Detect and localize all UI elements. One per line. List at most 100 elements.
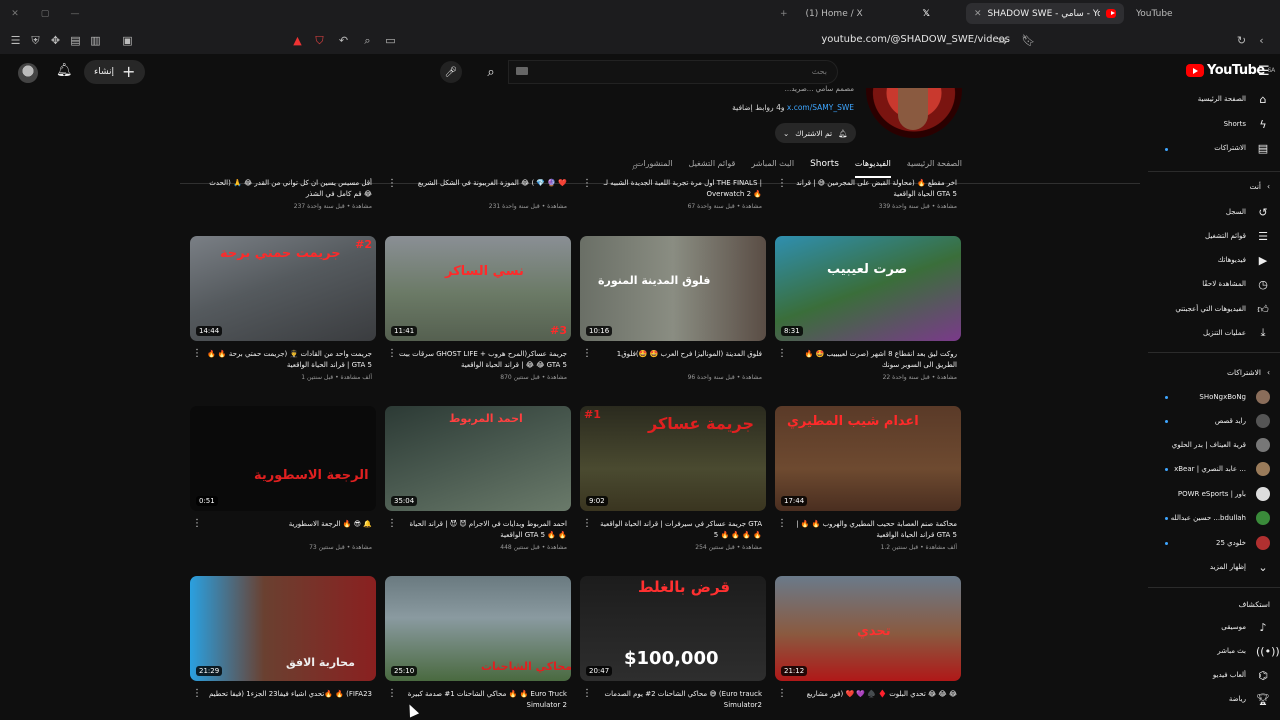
video-thumbnail[interactable]: فلوق المدينة المنورة 10:16 (580, 236, 766, 341)
more-options-icon[interactable]: ⋮ (777, 348, 787, 359)
subscribed-button[interactable]: ⌄ تم الاشتراك 🔔︎ (775, 123, 856, 143)
guide-item-live[interactable]: بث مباشر ((•)) (1217, 640, 1280, 662)
video-title[interactable]: محاكي الشاحنات 2# يوم الصدمات 😅 (Euro tr… (594, 689, 762, 711)
more-options-icon[interactable]: ⋮ (387, 348, 397, 359)
video-card[interactable]: احمد المربوط 35:04 ⋮ احمد المربوط وبدايا… (385, 406, 571, 551)
browser-tab-youtube-active[interactable]: ✕ SHADOW SWE - سامي - YouTube (966, 3, 1124, 24)
guide-subs-header[interactable]: الاشتراكات ‹ (1227, 368, 1270, 377)
voice-search-mic-icon[interactable]: 🎤︎ (440, 61, 462, 83)
video-title[interactable]: فلوق المدينة (الموناليزا فرح العرب 🤩 🤩)ف… (594, 349, 762, 360)
back-icon[interactable]: ‹ (1254, 33, 1269, 48)
brave-shield-icon[interactable]: ⛉ (312, 33, 327, 48)
new-tab-icon[interactable]: + (780, 9, 788, 19)
tab-live[interactable]: البث المباشر (751, 159, 794, 178)
video-card[interactable]: فلوق المدينة المنورة 10:16 ⋮ فلوق المدين… (580, 236, 766, 381)
video-card[interactable]: جريمت حمتي برحة #2 14:44 ⋮ جريمت واحد من… (190, 236, 376, 381)
guide-item-your-videos[interactable]: فيديوهاتك ▶ (1218, 249, 1280, 271)
video-thumbnail[interactable]: اعدام شيب المطيري 17:44 (775, 406, 961, 511)
video-thumbnail[interactable]: محاكي الشاحنات 25:10 (385, 576, 571, 681)
more-links[interactable]: و4 روابط إضافية (732, 103, 784, 112)
video-title[interactable]: محاكمة صنم العصابة ححيب المطيري والهروب … (789, 519, 957, 541)
screenshot-icon[interactable]: ▣ (120, 33, 135, 48)
video-title[interactable]: الرجعة الاسطورية 🔥 😎 🔔 (204, 519, 372, 530)
translate-icon[interactable]: ⇆ (995, 33, 1010, 48)
menu-icon[interactable]: ☰ (8, 33, 23, 48)
video-thumbnail[interactable]: الرجعة الاسطورية 0:51 (190, 406, 376, 511)
channel-search-icon[interactable]: ⌕ (632, 160, 638, 174)
video-thumbnail[interactable]: جريمة عساكر #1 9:02 (580, 406, 766, 511)
video-title[interactable]: الموزة الغريبونة في الشكل الشريع 😂 ( 💎 🔮… (399, 178, 567, 189)
video-title[interactable]: سرقات بيت GHOST LIFE + جريمة عساكر(المرح… (399, 349, 567, 371)
guide-item-sports[interactable]: رياضة 🏆︎ (1229, 688, 1280, 710)
more-options-icon[interactable]: ⋮ (777, 688, 787, 699)
more-options-icon[interactable]: ⋮ (777, 178, 787, 189)
guide-sub-channel[interactable]: رايد قصص (1215, 410, 1280, 432)
video-card[interactable]: تحدي 21:12 ⋮ تحدي البلوت ♦️ ♠️ 💜 ❤️ (فور… (775, 576, 961, 699)
guide-item-liked[interactable]: الفيديوهات التي أعجبتني 👍︎ (1175, 298, 1280, 320)
search-button[interactable]: ⌕ (474, 60, 508, 84)
notifications-bell-icon[interactable]: 🔔︎ (56, 63, 73, 78)
more-options-icon[interactable]: ⋮ (192, 518, 202, 529)
user-avatar[interactable] (18, 63, 38, 83)
bookmark-icon[interactable]: 🔖︎ (1021, 33, 1036, 48)
more-options-icon[interactable]: ⋮ (777, 518, 787, 529)
video-card[interactable]: صرت لعيبيب 8:31 ⋮ روكت ليق بعد انقطاع 8 … (775, 236, 961, 381)
channel-links[interactable]: و4 روابط إضافية x.com/SAMY_SWE (732, 103, 854, 112)
zoom-icon[interactable]: ⌕ (360, 33, 375, 48)
reload-icon[interactable]: ↻ (1234, 33, 1249, 48)
guide-item-history[interactable]: السجل ↺ (1226, 201, 1280, 223)
guide-menu-icon[interactable]: ☰ (1258, 64, 1270, 79)
create-button[interactable]: إنشاء + (84, 60, 146, 84)
more-options-icon[interactable]: ⋮ (582, 518, 592, 529)
cast-icon[interactable]: ▭ (383, 33, 398, 48)
video-title[interactable]: روكت ليق بعد انقطاع 8 اشهر (صرت لعييييب … (789, 349, 957, 371)
channel-link[interactable]: x.com/SAMY_SWE (787, 103, 854, 112)
keyboard-icon[interactable] (516, 67, 528, 75)
guide-item-shorts[interactable]: Shorts ϟ (1224, 113, 1280, 135)
warning-icon[interactable]: ▲ (290, 33, 305, 48)
shield-icon[interactable]: ⛨ (28, 33, 43, 48)
more-options-icon[interactable]: ⋮ (387, 518, 397, 529)
more-options-icon[interactable]: ⋮ (192, 348, 202, 359)
guide-sub-channel[interactable]: SHoNgxBoNg (1199, 386, 1280, 408)
browser-tab-x[interactable]: + (1) Home / X 𝕏 (772, 3, 938, 24)
video-title[interactable]: محاكي الشاحنات 1# صدمة كبيرة 🔥 🔥 Euro Tr… (399, 689, 567, 711)
guide-item-playlists[interactable]: قوائم التشغيل ☰ (1205, 225, 1280, 247)
guide-sub-channel[interactable]: POWR eSports | باور (1178, 483, 1280, 505)
video-title[interactable]: أقل مسيس يسين ان كل تواني من القدر 😂 🙏 (… (204, 178, 372, 200)
video-thumbnail[interactable]: قرض بالغلط $100,000 20:47 (580, 576, 766, 681)
close-tab-icon[interactable]: ✕ (974, 9, 982, 19)
video-thumbnail[interactable]: تحدي 21:12 (775, 576, 961, 681)
video-card[interactable]: محاربة الافق 21:29 ⋮ تحدي اشياء فيفا23 ا… (190, 576, 376, 699)
guide-item-gaming[interactable]: ألعاب فيديو ⌬ (1213, 664, 1280, 686)
video-thumbnail[interactable]: احمد المربوط 35:04 (385, 406, 571, 511)
video-title[interactable]: جريمة عساكر في سيرفرات | قراند الحياة ال… (594, 519, 762, 541)
video-card[interactable]: قرض بالغلط $100,000 20:47 ⋮ محاكي الشاحن… (580, 576, 766, 709)
search-input[interactable]: بحث (508, 60, 838, 84)
sidebar-icon[interactable]: ▥ (88, 33, 103, 48)
video-title[interactable]: تحدي البلوت ♦️ ♠️ 💜 ❤️ (فور مشاريع 😂 😂 😂 (789, 689, 957, 700)
guide-sub-channel[interactable]: خلودي 25 (1216, 532, 1280, 554)
guide-item-downloads[interactable]: عمليات التنزيل ⤓ (1203, 322, 1280, 344)
video-title[interactable]: جريمت واحد من القادات 👨‍✈️ (جريمت حمتي ب… (204, 349, 372, 371)
more-options-icon[interactable]: ⋮ (582, 688, 592, 699)
more-options-icon[interactable]: ⋮ (192, 688, 202, 699)
video-title[interactable]: تحدي اشياء فيفا23 الجزء1 (فيفا تحطيم🔥 🔥 … (204, 689, 372, 700)
video-thumbnail[interactable]: جريمت حمتي برحة #2 14:44 (190, 236, 376, 341)
puzzle-icon[interactable]: ✥ (48, 33, 63, 48)
more-options-icon[interactable]: ⋮ (387, 178, 397, 189)
video-card[interactable]: محاكي الشاحنات 25:10 ⋮ محاكي الشاحنات 1#… (385, 576, 571, 709)
video-card[interactable]: نسي الساكر #3 11:41 ⋮ سرقات بيت GHOST LI… (385, 236, 571, 381)
video-title[interactable]: اول مرة تجربة اللعبة الجديدة الشبيه لـ T… (594, 178, 762, 200)
video-title[interactable]: اخر مقطع 🔥 (محاولة القبض على المجرمين 😅 … (789, 178, 957, 200)
more-options-icon[interactable]: ⋮ (387, 688, 397, 699)
channel-avatar[interactable] (866, 88, 962, 138)
video-card[interactable]: جريمة عساكر #1 9:02 ⋮ جريمة عساكر في سير… (580, 406, 766, 551)
guide-item-home[interactable]: الصفحة الرئيسية ⌂ (1198, 88, 1280, 110)
video-thumbnail[interactable]: محاربة الافق 21:29 (190, 576, 376, 681)
guide-item-watch-later[interactable]: المشاهدة لاحقًا ◷ (1202, 273, 1280, 295)
minimize-window-icon[interactable]: — (60, 9, 90, 19)
address-bar[interactable]: youtube.com/@SHADOW_SWE/videos (821, 34, 1010, 45)
tab-shorts[interactable]: Shorts (810, 159, 839, 178)
guide-sub-channel[interactable]: حسين عبدالله ...bdullah (1171, 507, 1280, 529)
